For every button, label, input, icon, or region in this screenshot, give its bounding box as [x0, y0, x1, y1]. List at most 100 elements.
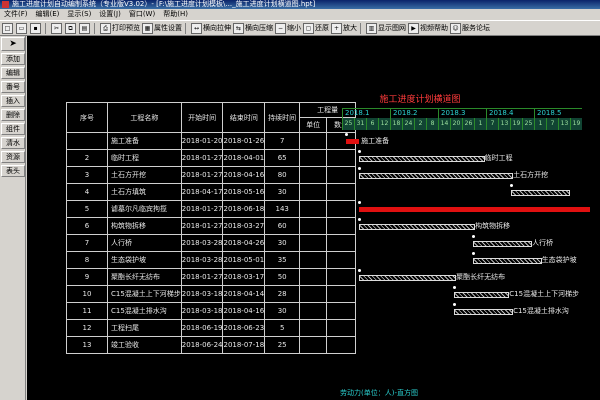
table-row[interactable]: 8 生态袋护坡 2018-03-28 2018-05-01 35 — [66, 251, 357, 269]
cut-icon: ✂ — [51, 22, 62, 34]
month-label: 2018.4 — [486, 108, 534, 118]
cell-start: 2018-03-28 — [180, 251, 224, 269]
cell-seq: 4 — [66, 183, 108, 201]
gantt-bar[interactable] — [359, 156, 485, 162]
cell-duration: 30 — [264, 234, 301, 252]
table-row[interactable]: 9 聚酯长纤无纺布 2018-01-27 2018-03-17 50 — [66, 268, 357, 286]
restore-button[interactable]: ▢ 还原 — [303, 22, 329, 34]
clear-water-button[interactable]: 清水 — [1, 137, 25, 149]
gantt-bar[interactable] — [359, 224, 476, 230]
menu-settings[interactable]: 设置(J) — [95, 9, 125, 20]
gantt-bar[interactable] — [473, 241, 533, 247]
cell-duration: 143 — [264, 200, 301, 218]
cell-start: 2018-01-27 — [180, 166, 224, 184]
cell-name: C15混凝土上下河梯步 — [107, 285, 182, 303]
resource-button[interactable]: 资源 — [1, 151, 25, 163]
gantt-bar[interactable] — [345, 139, 360, 144]
table-header-button[interactable]: 表头 — [1, 165, 25, 177]
table-row[interactable]: 13 竣工验收 2018-06-24 2018-07-18 25 — [66, 336, 357, 354]
toolbar-separator — [185, 22, 186, 34]
table-row[interactable]: 10 C15混凝土上下河梯步 2018-03-18 2018-04-14 28 — [66, 285, 357, 303]
cell-name: 构筑物拆移 — [107, 217, 182, 235]
cell-end: 2018-04-16 — [222, 302, 266, 320]
cell-end: 2018-06-23 — [222, 319, 266, 337]
cursor-arrow-icon: ➤ — [9, 39, 17, 49]
month-row: 2018.1 2018.2 2018.3 2018.4 2018.5 — [342, 108, 582, 118]
gantt-bar[interactable] — [454, 309, 514, 315]
video-help-button[interactable]: ▶ 视频帮助 — [408, 22, 448, 34]
cell-end: 2018-01-26 — [222, 132, 266, 150]
forum-button[interactable]: ☺ 服务论坛 — [450, 22, 490, 34]
cell-start: 2018-01-27 — [180, 268, 224, 286]
forum-icon: ☺ — [450, 22, 461, 34]
print-preview-button[interactable]: ⎙ 打印预览 — [100, 22, 140, 34]
cut-button[interactable]: ✂ — [51, 22, 63, 34]
delete-button[interactable]: 删除 — [1, 109, 25, 121]
add-button[interactable]: 添加 — [1, 53, 25, 65]
table-row[interactable]: 7 人行桥 2018-03-28 2018-04-26 30 — [66, 234, 357, 252]
h-compress-button[interactable]: ⇆ 横向压缩 — [233, 22, 273, 34]
cell-duration: 5 — [264, 319, 301, 337]
gantt-bar[interactable] — [511, 190, 571, 196]
table-row[interactable]: 2 临时工程 2018-01-27 2018-04-01 65 — [66, 149, 357, 167]
labor-histogram-label: 劳动力(单位：人)-直方图 — [340, 389, 418, 397]
bar-label: 土石方开挖 — [513, 171, 549, 179]
day-label: 26 — [462, 118, 474, 130]
pointer-tool[interactable]: ➤ — [1, 37, 25, 51]
menu-edit[interactable]: 编辑(E) — [32, 9, 64, 20]
insert-button[interactable]: 插入 — [1, 95, 25, 107]
table-row[interactable]: 3 土石方开挖 2018-01-27 2018-04-16 80 — [66, 166, 357, 184]
save-button[interactable]: ▪ — [30, 22, 42, 34]
day-label: 20 — [450, 118, 462, 130]
table-row[interactable]: 6 构筑物拆移 2018-01-27 2018-03-27 60 — [66, 217, 357, 235]
number-button[interactable]: 番号 — [1, 81, 25, 93]
restore-icon: ▢ — [303, 22, 314, 34]
cell-start: 2018-01-27 — [180, 149, 224, 167]
day-label: 25 — [342, 118, 354, 130]
cell-name: 工程扫尾 — [107, 319, 182, 337]
cell-seq: 3 — [66, 166, 108, 184]
cell-duration: 28 — [264, 285, 301, 303]
open-button[interactable]: ▭ — [16, 22, 28, 34]
month-label: 2018.2 — [390, 108, 438, 118]
table-row[interactable]: 4 土石方填筑 2018-04-17 2018-05-16 30 — [66, 183, 357, 201]
menu-window[interactable]: 窗口(W) — [125, 9, 159, 20]
schedule-table: 序号 工程名称 开始时间 结束时间 持续时间 工程量 单位 数量 施工准备201… — [66, 102, 357, 354]
bar-label: 生态袋护坡 — [541, 256, 577, 264]
day-label: 19 — [510, 118, 522, 130]
cell-name: 谑墓尔凡临宾拘揽 — [107, 200, 182, 218]
table-row[interactable]: 5 谑墓尔凡临宾拘揽 2018-01-27 2018-06-18 143 — [66, 200, 357, 218]
video-help-label: 视频帮助 — [420, 24, 448, 32]
edit-button[interactable]: 编辑 — [1, 67, 25, 79]
restore-label: 还原 — [315, 24, 329, 32]
zoom-in-label: 放大 — [343, 24, 357, 32]
properties-button[interactable]: ▦ 属性设置 — [142, 22, 182, 34]
menu-help[interactable]: 帮助(H) — [159, 9, 192, 20]
cell-start: 2018-03-18 — [180, 302, 224, 320]
menu-file[interactable]: 文件(F) — [0, 9, 32, 20]
gantt-bar[interactable] — [359, 173, 514, 179]
gantt-bar[interactable] — [473, 258, 542, 264]
gantt-bar[interactable] — [359, 207, 590, 212]
copy-icon: ⧉ — [65, 22, 76, 34]
h-stretch-button[interactable]: ↔ 横向拉伸 — [191, 22, 231, 34]
cell-seq: 2 — [66, 149, 108, 167]
zoom-out-icon: − — [275, 22, 286, 34]
component-button[interactable]: 组件 — [1, 123, 25, 135]
printer-icon: ⎙ — [100, 22, 111, 34]
table-row[interactable]: 施工准备 2018-01-20 2018-01-26 7 — [66, 132, 357, 150]
day-label: 8 — [426, 118, 438, 130]
copy-button[interactable]: ⧉ — [65, 22, 77, 34]
paste-button[interactable]: ▤ — [79, 22, 91, 34]
new-button[interactable]: □ — [2, 22, 14, 34]
cell-start: 2018-06-19 — [180, 319, 224, 337]
table-row[interactable]: 11 C15混凝土排水沟 2018-03-18 2018-04-16 30 — [66, 302, 357, 320]
zoom-out-button[interactable]: − 缩小 — [275, 22, 301, 34]
zoom-in-button[interactable]: + 放大 — [331, 22, 357, 34]
gantt-bar[interactable] — [454, 292, 510, 298]
menu-view[interactable]: 显示(S) — [63, 9, 95, 20]
gantt-bar[interactable] — [359, 275, 457, 281]
show-net-button[interactable]: ▥ 显示图网 — [366, 22, 406, 34]
table-row[interactable]: 12 工程扫尾 2018-06-19 2018-06-23 5 — [66, 319, 357, 337]
cell-seq: 11 — [66, 302, 108, 320]
